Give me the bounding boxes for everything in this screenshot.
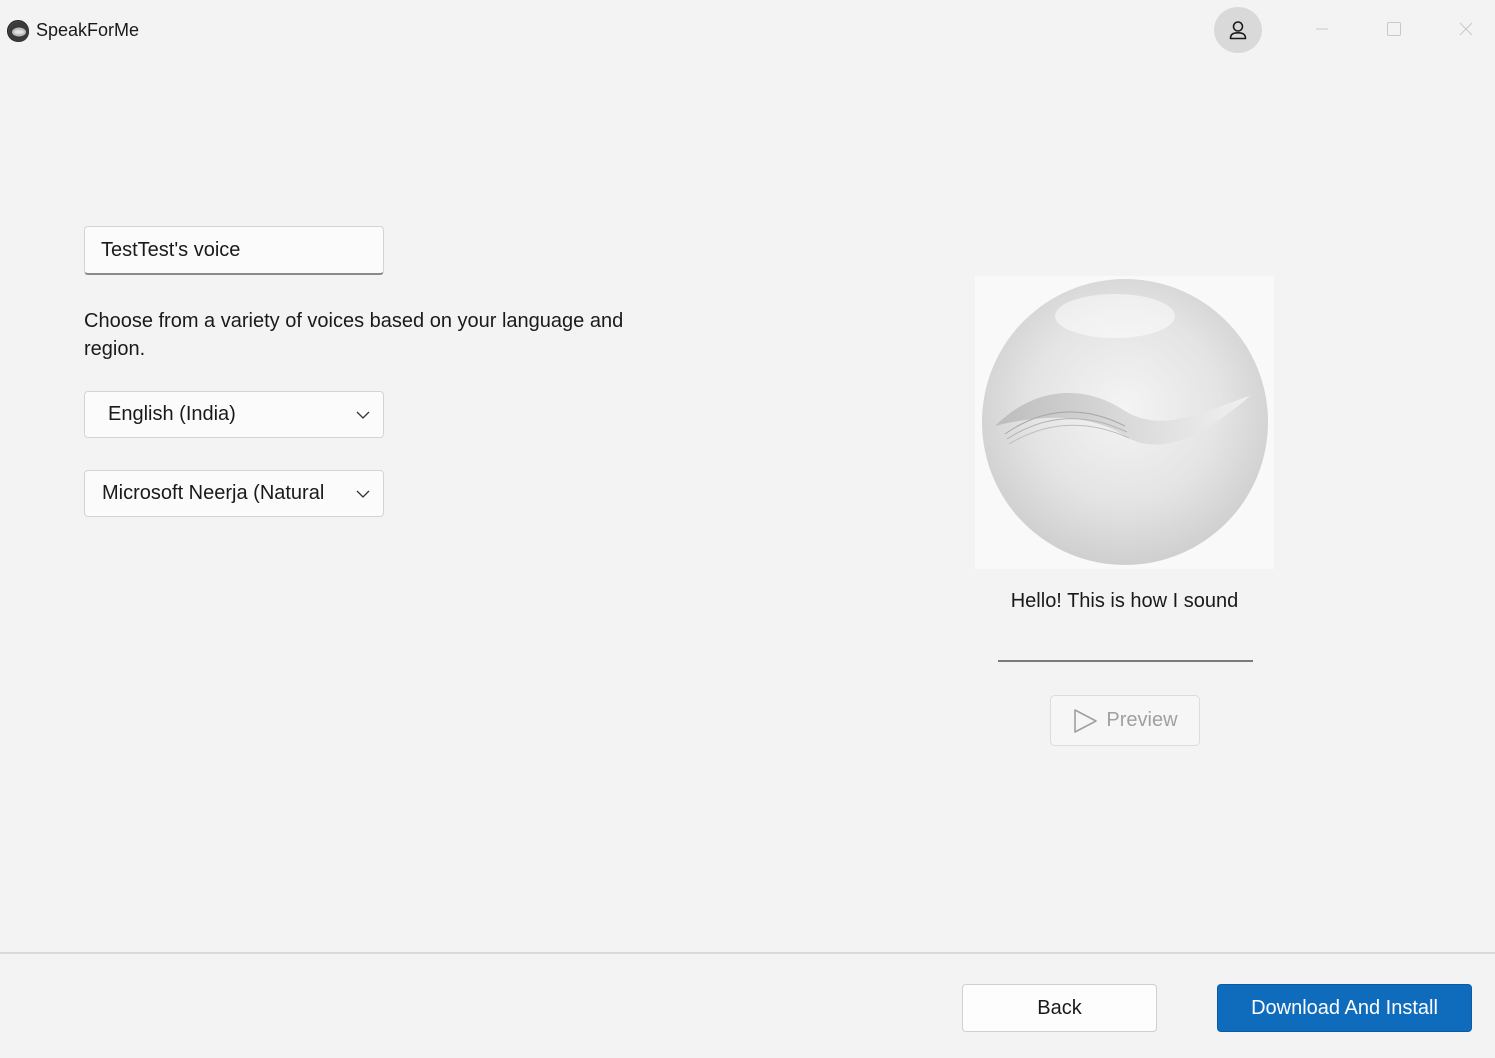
voice-description: Choose from a variety of voices based on… [84, 310, 624, 360]
chevron-down-icon [343, 392, 383, 437]
app-window: SpeakForMe TestTest's voice Choose from … [0, 0, 1495, 1058]
close-button[interactable] [1446, 12, 1486, 46]
title-bar: SpeakForMe [0, 0, 1495, 60]
sample-text: Hello! This is how I sound [1010, 590, 1239, 612]
voice-orb-image [975, 276, 1274, 569]
speakforme-logo-icon [7, 20, 29, 42]
preview-button[interactable]: Preview [1050, 695, 1200, 746]
play-icon [1074, 708, 1098, 733]
maximize-button[interactable] [1374, 12, 1414, 46]
minimize-button[interactable] [1302, 12, 1342, 46]
footer-divider [0, 952, 1495, 954]
person-icon [1229, 21, 1247, 40]
download-install-button[interactable]: Download And Install [1217, 984, 1472, 1032]
close-icon [1459, 22, 1473, 36]
voice-name-input[interactable]: TestTest's voice [84, 226, 384, 275]
voice-dropdown[interactable]: Microsoft Neerja (Natural [84, 470, 384, 517]
language-selected-value: English (India) [108, 403, 236, 425]
preview-label: Preview [1106, 709, 1178, 731]
language-dropdown[interactable]: English (India) [84, 391, 384, 438]
back-button[interactable]: Back [962, 984, 1157, 1032]
app-title: SpeakForMe [36, 20, 140, 40]
maximize-icon [1387, 22, 1401, 36]
minimize-icon [1316, 28, 1328, 30]
account-button[interactable] [1214, 7, 1262, 53]
voice-selected-value: Microsoft Neerja (Natural [102, 482, 325, 504]
sample-underline [998, 660, 1253, 662]
chevron-down-icon [343, 471, 383, 516]
